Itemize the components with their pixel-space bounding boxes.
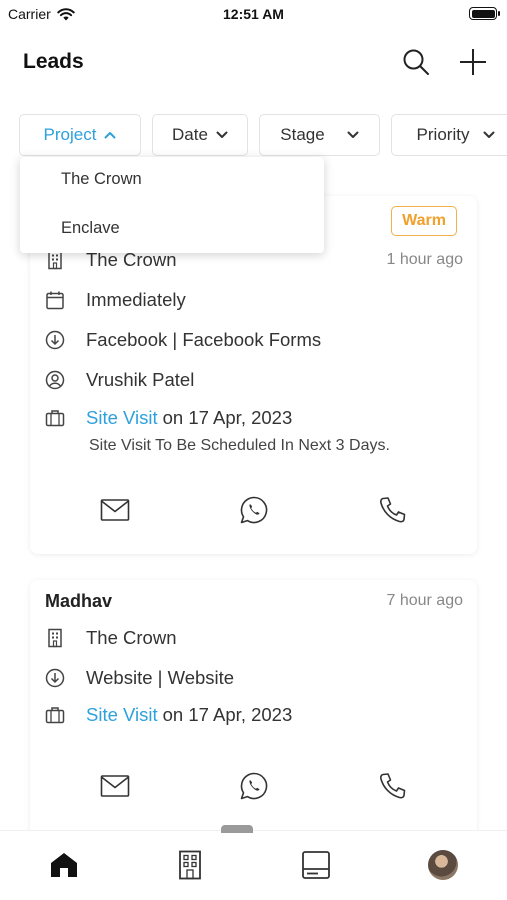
calendar-icon [44, 289, 66, 311]
phone-icon[interactable] [376, 769, 410, 803]
lead-source-row: Website | Website [44, 665, 463, 691]
source-download-icon [44, 329, 66, 351]
filter-project[interactable]: Project [19, 114, 141, 156]
activity-link[interactable]: Site Visit [86, 704, 158, 726]
dropdown-option-enclave[interactable]: Enclave [61, 219, 120, 238]
home-icon[interactable] [47, 848, 81, 882]
chevron-down-icon [347, 131, 359, 138]
filter-bar: Project Date Stage Priority [19, 114, 507, 156]
filter-stage[interactable]: Stage [259, 114, 380, 156]
lead-name: Madhav [45, 591, 113, 611]
filter-date[interactable]: Date [152, 114, 248, 156]
avatar [428, 850, 458, 880]
search-icon[interactable] [398, 44, 434, 80]
lead-time-row: 7 hour ago [370, 588, 463, 614]
filter-priority[interactable]: Priority [391, 114, 507, 156]
lead-timeline-row: Immediately [44, 287, 463, 313]
user-circle-icon [44, 369, 66, 391]
inventory-icon[interactable] [299, 848, 333, 882]
project-dropdown-menu: The Crown Enclave [20, 157, 324, 253]
activity-note: Site Visit To Be Scheduled In Next 3 Day… [89, 437, 390, 454]
building-icon [44, 627, 66, 649]
building-icon[interactable] [173, 848, 207, 882]
activity-link[interactable]: Site Visit [86, 407, 158, 429]
dropdown-option-the-crown[interactable]: The Crown [61, 170, 142, 189]
chevron-down-icon [216, 131, 228, 138]
lead-project-row: The Crown [44, 625, 463, 651]
email-icon[interactable] [98, 769, 132, 803]
chevron-down-icon [483, 131, 495, 138]
lead-activity-row: Site Visit on 17 Apr, 2023 [44, 702, 463, 728]
add-icon[interactable] [455, 44, 491, 80]
lead-card[interactable]: Madhav 7 hour ago The Crown Website | We… [30, 580, 477, 840]
battery-icon [469, 7, 500, 20]
chevron-up-icon [104, 132, 116, 139]
lead-actions [30, 493, 477, 527]
phone-icon[interactable] [376, 493, 410, 527]
email-icon[interactable] [98, 493, 132, 527]
briefcase-icon [44, 704, 66, 726]
nav-handle [221, 825, 253, 833]
whatsapp-icon[interactable] [237, 769, 271, 803]
lead-actions [30, 769, 477, 803]
whatsapp-icon[interactable] [237, 493, 271, 527]
clock: 12:51 AM [223, 6, 284, 22]
time-ago: 7 hour ago [386, 592, 463, 609]
profile-avatar[interactable] [426, 848, 460, 882]
status-bar: Carrier 12:51 AM [0, 0, 507, 28]
priority-badge: Warm [391, 206, 457, 236]
time-ago: 1 hour ago [386, 251, 463, 268]
bottom-nav [0, 825, 507, 900]
lead-activity-row: Site Visit on 17 Apr, 2023 [44, 405, 463, 431]
lead-source-row: Facebook | Facebook Forms [44, 327, 463, 353]
lead-owner-row: Vrushik Patel [44, 367, 463, 393]
source-download-icon [44, 667, 66, 689]
briefcase-icon [44, 407, 66, 429]
page-title: Leads [23, 50, 84, 73]
